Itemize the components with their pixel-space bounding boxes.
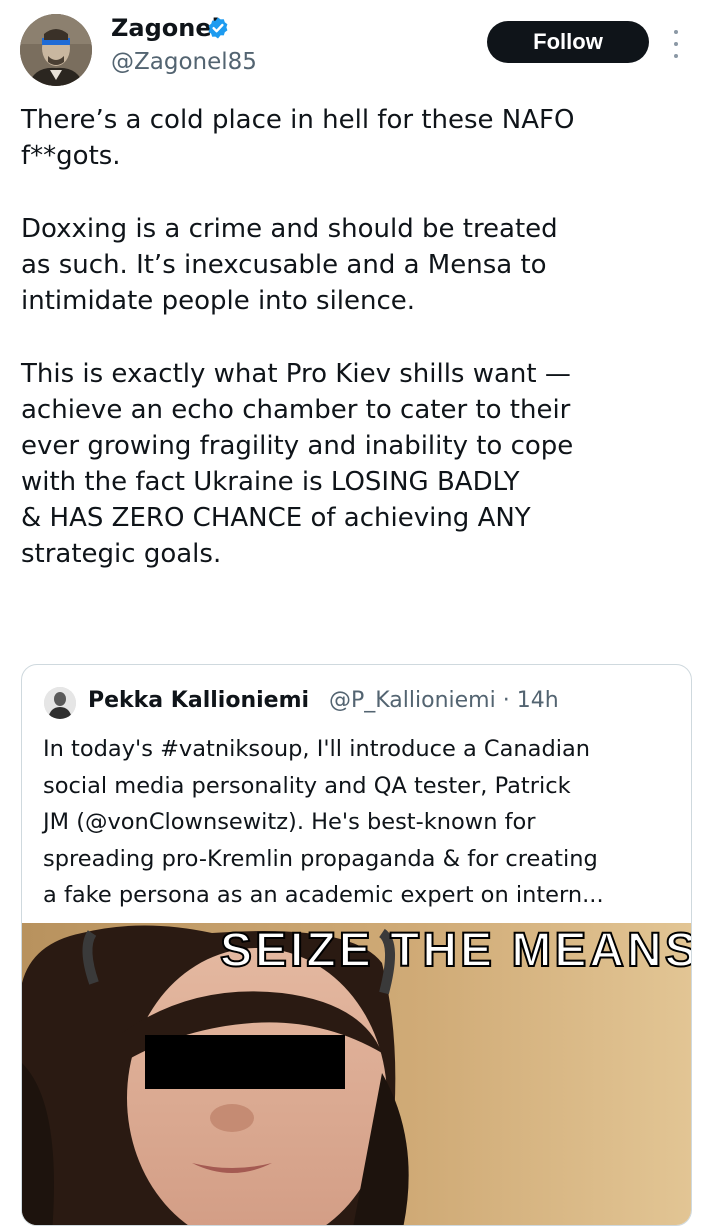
tweet-body: There’s a cold place in hell for these N… xyxy=(21,102,701,572)
author-avatar[interactable] xyxy=(20,14,92,86)
author-handle[interactable]: @Zagonel85 xyxy=(111,48,257,76)
quote-author-avatar[interactable] xyxy=(44,687,76,719)
portrait-avatar-icon xyxy=(20,14,92,86)
follow-button[interactable]: Follow xyxy=(487,21,649,63)
quote-text: In today's #vatniksoup, I'll introduce a… xyxy=(43,736,604,908)
quote-author-name[interactable]: Pekka Kallioniemi xyxy=(88,687,309,715)
vertical-ellipsis-icon[interactable] xyxy=(670,30,682,58)
tweet: Zagonel @Zagonel85 Follow There’s a cold… xyxy=(0,0,712,1226)
media-caption: SEIZE THE MEANS OF xyxy=(219,923,692,978)
verified-badge-icon xyxy=(208,17,228,39)
portrait-avatar-icon xyxy=(44,687,76,719)
quoted-tweet-card[interactable]: Pekka Kallioniemi @P_Kallioniemi · 14h I… xyxy=(21,664,692,1226)
quote-author-handle-time[interactable]: @P_Kallioniemi · 14h xyxy=(329,687,559,715)
tweet-paragraph: This is exactly what Pro Kiev shills wan… xyxy=(21,359,574,569)
tweet-paragraph: There’s a cold place in hell for these N… xyxy=(21,105,575,171)
author-display-name[interactable]: Zagonel xyxy=(111,14,220,42)
tweet-paragraph: Doxxing is a crime and should be treated… xyxy=(21,214,558,316)
